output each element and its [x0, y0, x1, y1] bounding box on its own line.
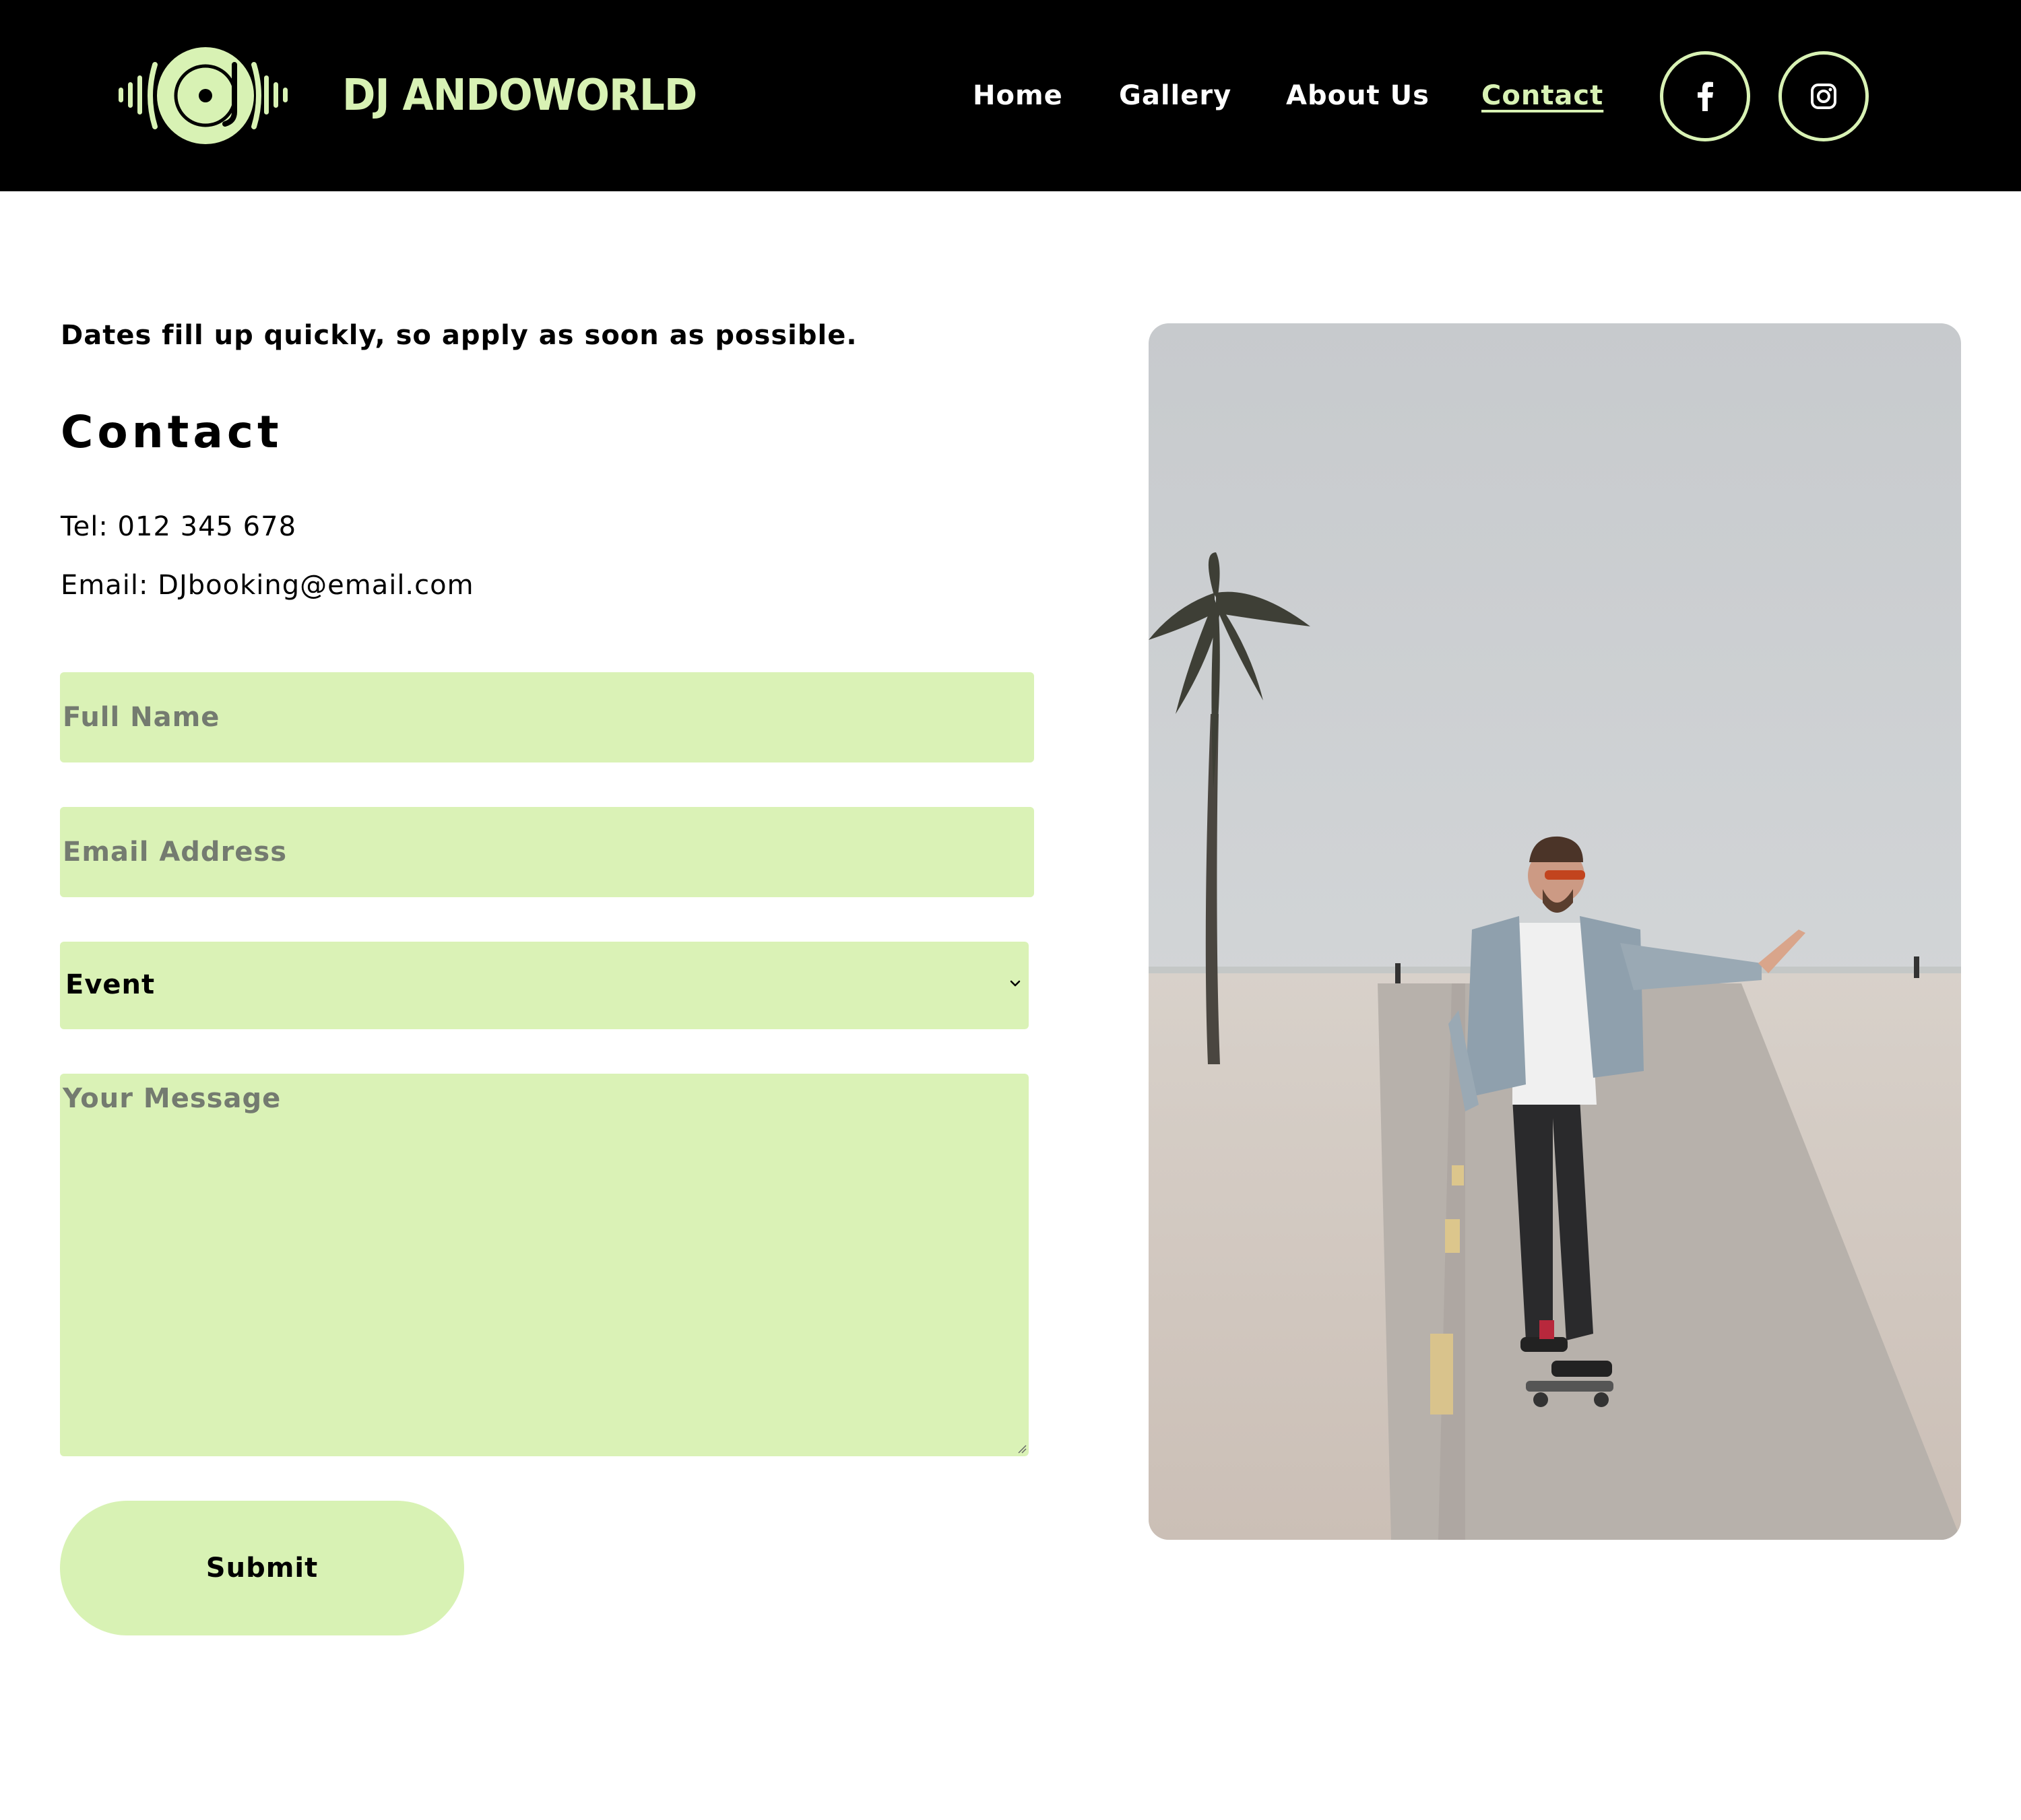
submit-button[interactable]: Submit: [60, 1501, 464, 1635]
event-select-value: Event: [65, 969, 156, 1000]
email-address: Email: DJbooking@email.com: [61, 570, 474, 601]
brand-name[interactable]: DJ ANDOWORLD: [342, 69, 697, 123]
site-header: DJ ANDOWORLD Home Gallery About Us Conta…: [0, 0, 2021, 191]
nav-gallery[interactable]: Gallery: [1119, 75, 1231, 116]
full-name-input[interactable]: [60, 672, 1034, 762]
facebook-button[interactable]: [1660, 51, 1750, 141]
contact-page: DJ ANDOWORLD Home Gallery About Us Conta…: [0, 0, 2021, 1820]
turntable-soundwave-icon[interactable]: [116, 44, 298, 147]
page-title: Contact: [61, 406, 283, 458]
nav-contact[interactable]: Contact: [1481, 75, 1603, 116]
booking-tagline: Dates fill up quickly, so apply as soon …: [61, 320, 858, 351]
instagram-button[interactable]: [1778, 51, 1869, 141]
resize-handle-icon[interactable]: [1016, 1443, 1027, 1454]
nav-home[interactable]: Home: [973, 75, 1063, 116]
event-select[interactable]: Event: [60, 942, 1029, 1029]
dj-skateboarding-photo: [1149, 323, 1961, 1540]
nav-about-us[interactable]: About Us: [1286, 75, 1430, 116]
instagram-icon: [1811, 84, 1836, 109]
message-textarea[interactable]: [60, 1074, 1029, 1456]
chevron-down-icon: [1010, 980, 1021, 987]
phone-number: Tel: 012 345 678: [61, 511, 297, 542]
email-input[interactable]: [60, 807, 1034, 897]
facebook-icon: [1698, 82, 1713, 111]
